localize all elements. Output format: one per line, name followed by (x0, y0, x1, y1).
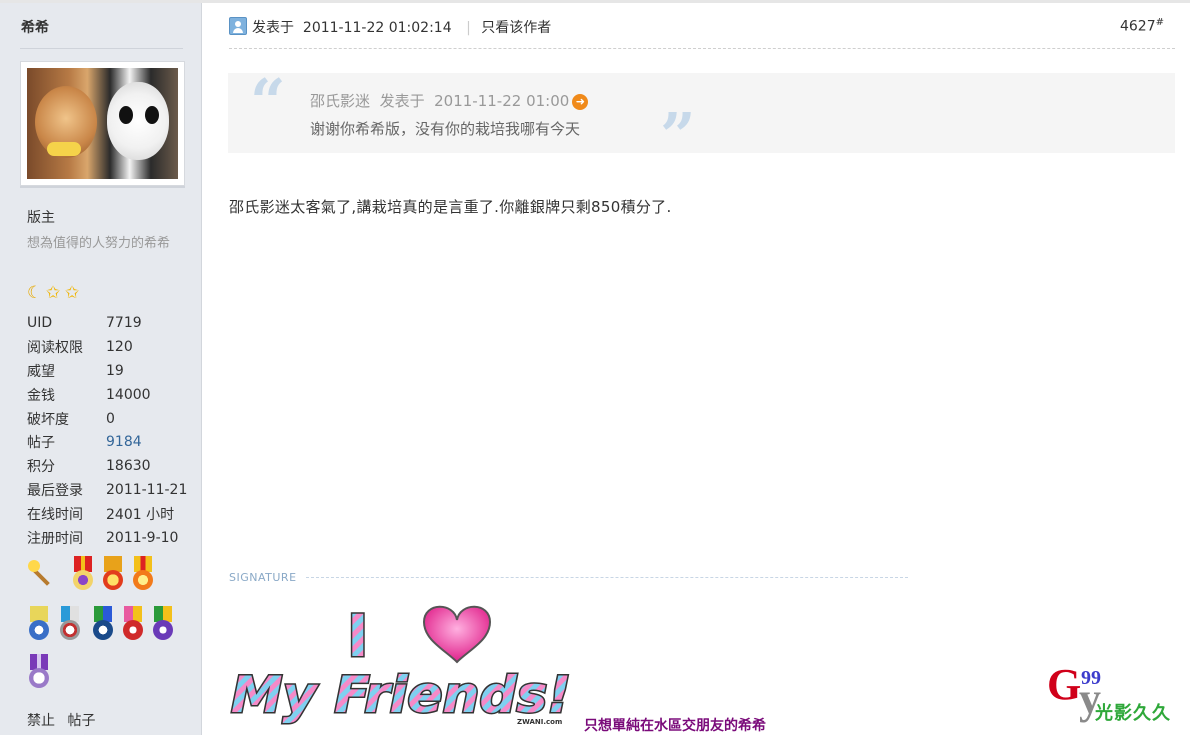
stat-value: 2011-11-21 (106, 482, 188, 499)
user-posts-link[interactable]: 帖子 (67, 713, 95, 729)
avatar-frame (20, 61, 185, 186)
stat-key: UID (27, 314, 53, 331)
stat-value: 19 (106, 362, 124, 379)
signature-letter-i: I (347, 602, 369, 670)
signature-divider (306, 577, 908, 578)
stat-row: 最后登录 2011-11-21 (27, 478, 187, 502)
stat-key: 注册时间 (27, 530, 83, 547)
stat-row: 在线时间 2401 小时 (27, 502, 187, 526)
header-divider (229, 48, 1175, 49)
signature-credit: ZWANI.com (517, 718, 562, 726)
stat-value: 2011-9-10 (106, 529, 179, 546)
watermark-text: 光影久久 (1095, 703, 1171, 724)
posted-time: 2011-11-22 01:02:14 (302, 20, 452, 36)
only-author-link[interactable]: 只看该作者 (481, 20, 551, 36)
medal-icon[interactable] (28, 606, 50, 646)
medal-icon[interactable] (72, 556, 94, 596)
close-quote-icon: ” (660, 99, 696, 172)
medal-icon[interactable] (28, 654, 50, 694)
quote-text: 谢谢你希希版，没有你的栽培我哪有今天 (310, 120, 581, 138)
quote-time: 2011-11-22 01:00 (434, 92, 570, 110)
floor-suffix: # (1155, 17, 1164, 28)
stat-key: 在线时间 (27, 507, 83, 524)
sidebar-divider (20, 48, 183, 49)
watermark-g: G (1047, 660, 1082, 709)
moon-icon: ☾ (27, 283, 43, 303)
author-stats: UID 7719 阅读权限 120 威望 19 金钱 14000 破坏度 0 帖子 9184… (27, 311, 187, 550)
signature-my-friends: My Friends! (231, 666, 571, 724)
heart-icon (422, 605, 492, 664)
stat-value: 0 (106, 410, 115, 427)
author-sidebar: 希希 版主 想為值得的人努力的希希 ☾ ✩ ✩ UID 7719 阅读权限 120 … (0, 3, 202, 735)
ban-link[interactable]: 禁止 (27, 713, 55, 729)
quote-posted-label: 发表于 (379, 92, 425, 110)
stat-row: 金钱 14000 (27, 383, 187, 407)
open-quote-icon: “ (250, 65, 286, 138)
medal-icon[interactable] (122, 606, 144, 646)
avatar-panda-shape (107, 82, 169, 160)
posted-label: 发表于 (252, 20, 294, 36)
quote-header: 邵氏影迷 发表于 2011-11-22 01:00 ➜ (310, 90, 589, 111)
signature-label: SIGNATURE (229, 571, 297, 584)
avatar-collar (47, 142, 81, 156)
post-meta: 发表于 2011-11-22 01:02:14 | 只看该作者 (252, 17, 551, 37)
quote-author: 邵氏影迷 (310, 92, 371, 110)
signature-image: I My Friends! ZWANI.com (230, 601, 573, 727)
stat-value: 18630 (106, 458, 151, 475)
stat-row: 积分 18630 (27, 454, 187, 478)
medal-icon[interactable] (152, 606, 174, 646)
user-online-icon (229, 17, 247, 35)
medal-icon[interactable] (132, 556, 154, 596)
avatar-panda-eye (119, 106, 133, 124)
signature-caption: 只想單純在水區交朋友的希希 (584, 718, 766, 734)
meta-separator: | (466, 20, 471, 36)
star-icon: ✩ (65, 283, 80, 303)
stat-value: 2401 小时 (106, 507, 175, 524)
author-motto: 想為值得的人努力的希希 (27, 236, 171, 251)
stat-value: 120 (106, 338, 133, 355)
go-to-post-icon[interactable]: ➜ (572, 94, 589, 110)
stat-key: 积分 (27, 459, 55, 476)
author-name[interactable]: 希希 (21, 17, 49, 37)
stat-row: 阅读权限 120 (27, 335, 187, 359)
stat-row: 威望 19 (27, 359, 187, 383)
avatar[interactable] (27, 68, 178, 179)
posts-count-link[interactable]: 9184 (106, 434, 142, 450)
level-icons: ☾ ✩ ✩ (27, 284, 83, 302)
site-watermark: G y 99 光影久久 (1047, 663, 1187, 735)
floor-number[interactable]: 4627# (1120, 17, 1164, 35)
stat-key: 帖子 (27, 435, 55, 452)
medal-icon[interactable] (59, 606, 81, 646)
post-message: 邵氏影迷太客氣了,講栽培真的是言重了.你離銀牌只剩850積分了. (229, 198, 672, 216)
quote-block: “ 邵氏影迷 发表于 2011-11-22 01:00 ➜ 谢谢你希希版，没有你的… (228, 65, 1175, 172)
stat-key: 阅读权限 (27, 339, 83, 356)
stat-value: 14000 (106, 386, 151, 403)
stat-value: 7719 (106, 314, 142, 331)
stat-key: 金钱 (27, 387, 55, 404)
medal-icon[interactable] (102, 556, 124, 596)
author-actions: 禁止 帖子 (27, 710, 103, 730)
author-rank: 版主 (27, 210, 55, 226)
medal-wand-icon[interactable] (28, 560, 50, 600)
stat-row: UID 7719 (27, 311, 187, 335)
avatar-panda-eye (145, 106, 159, 124)
watermark-number: 99 (1081, 667, 1101, 689)
stat-row: 破坏度 0 (27, 407, 187, 431)
stat-key: 威望 (27, 363, 55, 380)
stat-key: 破坏度 (27, 411, 69, 428)
stat-row: 帖子 9184 (27, 430, 187, 454)
medal-icon[interactable] (92, 606, 114, 646)
stat-row: 注册时间 2011-9-10 (27, 526, 187, 550)
star-icon: ✩ (46, 283, 61, 303)
stat-key: 最后登录 (27, 483, 83, 500)
floor-value: 4627 (1119, 18, 1156, 35)
